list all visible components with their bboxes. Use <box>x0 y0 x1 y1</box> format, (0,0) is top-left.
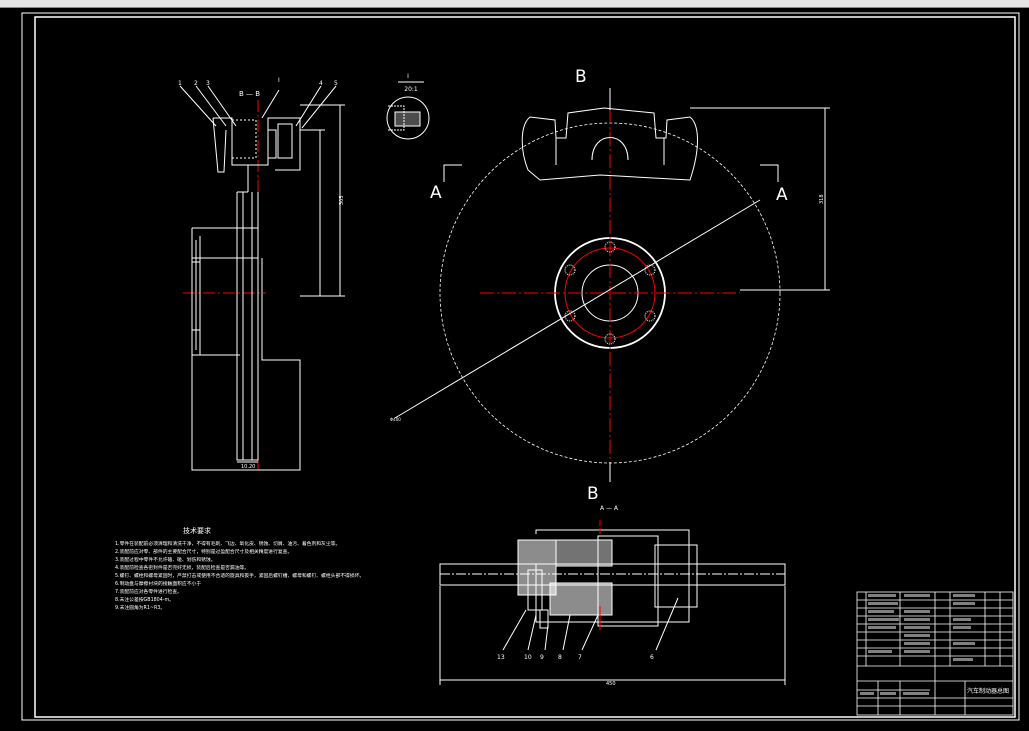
drawing-name: 汽车制动器总图 <box>967 687 1009 695</box>
dim-bottom-left: 10.20 <box>241 464 255 470</box>
section-bb-label: B — B <box>239 90 260 98</box>
tech-req-line: 7.装配前应对各零件进行检查。 <box>115 588 182 595</box>
front-view-disc <box>394 88 830 482</box>
dim-vert-left: 305 <box>339 195 345 205</box>
callout-2: 2 <box>194 80 198 87</box>
dim-vert-right: 318 <box>819 194 825 204</box>
tech-req-title: 技术要求 <box>183 526 211 535</box>
tech-req-line: 3.装配过程中零件不允许磕、碰、划伤和锈蚀。 <box>115 556 216 563</box>
callout-3: 3 <box>206 80 210 87</box>
callout-9: 9 <box>540 654 544 661</box>
detail-scale: 20:1 <box>404 86 418 93</box>
dim-diameter: Φ400 <box>390 417 401 422</box>
callout-7: 7 <box>578 654 582 661</box>
callout-8: 8 <box>558 654 562 661</box>
callout-1: 1 <box>178 80 182 87</box>
tech-req-line: 4.装配前检查各密封件是否完好无损，装配后检查是否漏油等。 <box>115 564 249 571</box>
callout-i: I <box>278 77 280 84</box>
dim-bottom-aa: 450 <box>606 681 616 687</box>
callout-13: 13 <box>497 654 505 661</box>
callout-10: 10 <box>524 654 532 661</box>
aa-view-label: A — A <box>600 505 619 512</box>
section-a-left: A <box>430 183 442 203</box>
section-a-right: A <box>776 185 788 205</box>
title-block-cell-text <box>860 594 975 695</box>
cad-drawing-canvas[interactable]: B — B 1 2 3 I 4 5 10.20 305 I 20:1 B B A… <box>0 0 1029 731</box>
callout-5: 5 <box>334 80 338 87</box>
tech-req-line: 5.螺钉、螺栓和螺母紧固时，严禁打击或使用不合适的旋具和扳手，紧固后螺钉槽、螺母… <box>115 572 364 579</box>
callout-6: 6 <box>650 654 654 661</box>
detail-label: I <box>407 73 409 80</box>
section-view-aa <box>439 520 786 685</box>
tech-req-line: 8.未注公差按GB1804-m。 <box>115 596 174 603</box>
outer-frame <box>21 12 1020 721</box>
tech-req-line: 6.制动盘与摩擦衬块的接触面积应不小于 <box>115 580 201 587</box>
tech-req-line: 2.装配前应对零、部件的主要配合尺寸，特别是过盈配合尺寸及相关精度进行复查。 <box>115 548 292 555</box>
tech-req-line: 1.零件在装配前必须清理和清洗干净，不得有毛刺、飞边、氧化皮、锈蚀、切屑、油污、… <box>115 540 340 547</box>
tech-req-list: 1.零件在装配前必须清理和清洗干净，不得有毛刺、飞边、氧化皮、锈蚀、切屑、油污、… <box>115 540 364 611</box>
section-b-bottom: B <box>587 484 599 504</box>
callout-4: 4 <box>319 80 323 87</box>
section-b-top: B <box>575 67 587 87</box>
tech-req-line: 9.未注圆角为R1~R3。 <box>115 604 165 611</box>
section-view-bb <box>179 85 345 471</box>
